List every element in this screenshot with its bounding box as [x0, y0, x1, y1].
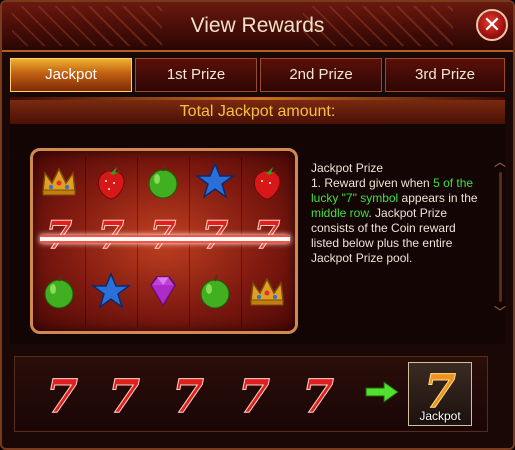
- tab-bar: Jackpot 1st Prize 2nd Prize 3rd Prize: [10, 58, 505, 94]
- svg-text:7: 7: [98, 213, 124, 253]
- description-title: Jackpot Prize: [311, 161, 384, 175]
- svg-text:7: 7: [150, 213, 176, 253]
- diamond-icon: [150, 276, 176, 307]
- title-bar: View Rewards: [2, 2, 513, 52]
- crown-icon: [250, 277, 284, 306]
- apple-icon: [148, 164, 178, 199]
- scrollbar-track[interactable]: [499, 172, 502, 302]
- strawberry-icon: [254, 167, 281, 200]
- jackpot-label: Jackpot: [419, 409, 461, 423]
- jackpot-badge: 7 Jackpot: [408, 362, 472, 426]
- seven-icon: 7: [45, 370, 78, 418]
- svg-text:7: 7: [424, 365, 456, 411]
- seven-icon: 7: [107, 370, 140, 418]
- svg-text:7: 7: [172, 370, 204, 418]
- seven-icon: 7: [97, 213, 124, 253]
- reel-display: 7 7 7 7 7: [30, 148, 298, 334]
- middle-row-payline: [40, 235, 290, 243]
- tab-2nd-prize[interactable]: 2nd Prize: [260, 58, 382, 92]
- scroll-up-button[interactable]: ︿: [493, 155, 507, 169]
- description-body: 1. Reward given when 5 of the lucky "7" …: [311, 176, 478, 265]
- arrow-right-icon: [365, 381, 399, 403]
- seven-icon: 7: [253, 213, 280, 253]
- tab-3rd-prize[interactable]: 3rd Prize: [385, 58, 505, 92]
- chevron-up-icon: ︿: [493, 155, 506, 169]
- strawberry-icon: [98, 167, 125, 200]
- star-icon: [91, 272, 131, 309]
- rewards-window: View Rewards ✕ Jackpot 1st Prize 2nd Pri…: [0, 0, 515, 450]
- window-title: View Rewards: [190, 14, 325, 37]
- tab-1st-prize[interactable]: 1st Prize: [135, 58, 257, 92]
- svg-text:7: 7: [302, 370, 334, 418]
- svg-text:7: 7: [238, 370, 270, 418]
- star-icon: [195, 162, 235, 199]
- svg-text:7: 7: [46, 213, 72, 253]
- crown-icon: [42, 167, 76, 196]
- svg-text:7: 7: [108, 370, 140, 418]
- chevron-down-icon: ﹀: [493, 305, 506, 319]
- golden-seven-icon: 7: [423, 365, 456, 411]
- seven-icon: 7: [301, 370, 334, 418]
- seven-icon: 7: [171, 370, 204, 418]
- apple-icon: [200, 274, 230, 309]
- svg-text:7: 7: [46, 370, 78, 418]
- section-heading: Total Jackpot amount:: [10, 100, 505, 124]
- apple-icon: [44, 274, 74, 309]
- seven-icon: 7: [149, 213, 176, 253]
- svg-text:7: 7: [254, 213, 280, 253]
- seven-icon: 7: [45, 213, 72, 253]
- svg-text:7: 7: [202, 213, 228, 253]
- close-button[interactable]: ✕: [476, 9, 508, 41]
- seven-icon: 7: [201, 213, 228, 253]
- reward-description: Jackpot Prize 1. Reward given when 5 of …: [311, 161, 481, 266]
- close-icon: ✕: [482, 12, 502, 37]
- seven-icon: 7: [237, 370, 270, 418]
- tab-jackpot[interactable]: Jackpot: [10, 58, 132, 92]
- scroll-down-button[interactable]: ﹀: [493, 305, 507, 319]
